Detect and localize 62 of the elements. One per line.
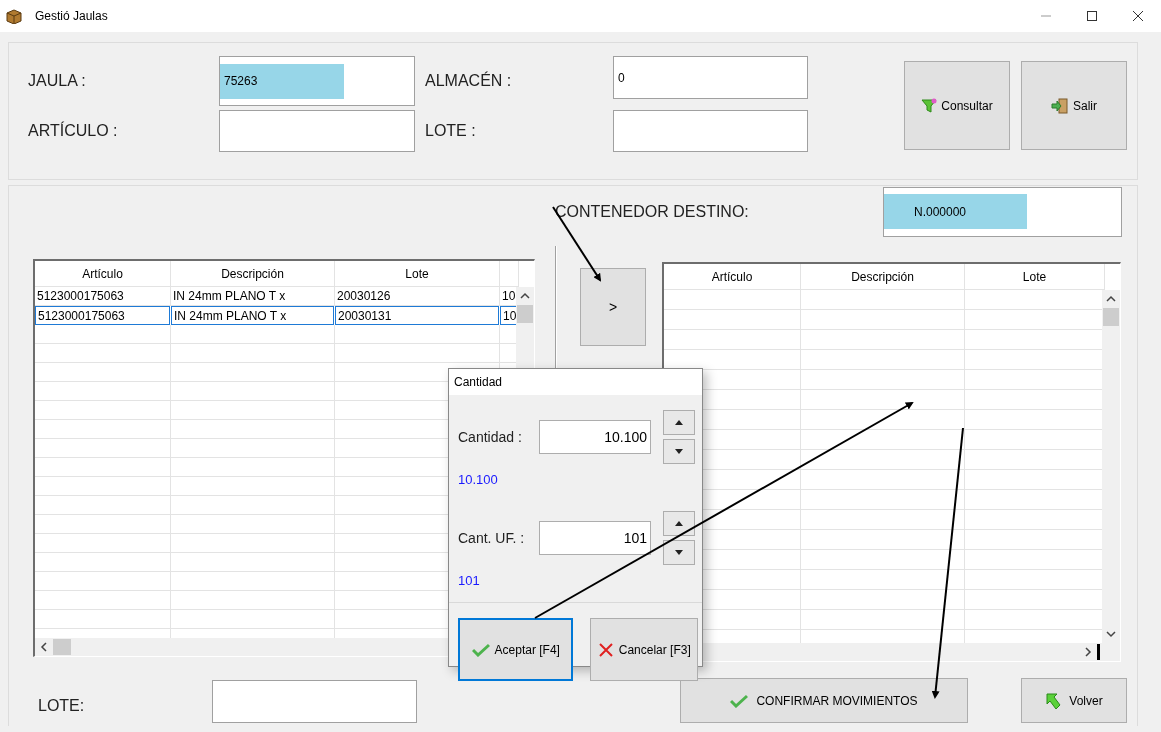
field-value: N.000000	[884, 194, 1027, 229]
funnel-icon	[921, 97, 938, 114]
check-icon	[471, 642, 490, 657]
field-label: CONTENEDOR DESTINO:	[555, 202, 750, 221]
triangle-down-icon	[675, 449, 683, 454]
dialog-title: Cantidad	[449, 369, 702, 395]
box-icon	[5, 8, 23, 24]
scrollbar-thumb[interactable]	[1103, 308, 1119, 326]
scrollbar-thumb[interactable]	[53, 639, 71, 655]
scroll-right-icon	[1083, 647, 1093, 657]
close-icon	[1133, 11, 1143, 21]
text-field[interactable]	[219, 110, 415, 152]
field-label: ARTÍCULO :	[28, 122, 119, 140]
number-field[interactable]: 101	[539, 521, 651, 555]
x-icon	[597, 641, 614, 658]
scroll-up-icon	[1106, 294, 1116, 304]
scroll-left-icon	[39, 642, 49, 652]
window-title: Gestió Jaulas	[35, 9, 108, 23]
table-cell[interactable]: 20030126	[335, 287, 500, 306]
query-button[interactable]: Consultar	[904, 61, 1010, 150]
table-cell[interactable]: 20030131	[335, 306, 499, 325]
field-label: LOTE :	[425, 122, 477, 140]
maximize-icon	[1087, 11, 1097, 21]
triangle-up-icon	[675, 420, 683, 425]
move-button[interactable]: >	[580, 268, 646, 346]
field-value: 0	[617, 70, 625, 85]
text-field[interactable]: 0	[613, 56, 808, 99]
scroll-down-icon	[1106, 629, 1116, 639]
spin-down-button[interactable]	[663, 540, 695, 565]
cancel-button[interactable]: Cancelar [F3]	[590, 618, 698, 681]
arrow-icon	[1045, 691, 1062, 710]
scrollbar-thumb[interactable]	[1097, 644, 1100, 660]
value-note: 101	[458, 573, 481, 588]
text-field[interactable]	[212, 680, 417, 723]
text-field[interactable]	[613, 110, 808, 152]
scroll-up-icon	[520, 291, 530, 301]
text-field[interactable]: N.000000	[883, 186, 1122, 237]
table-cell[interactable]: IN 24mm PLANO T x	[171, 306, 334, 325]
accept-button[interactable]: Aceptar [F4]	[458, 618, 574, 681]
field-label: JAULA :	[28, 72, 87, 90]
table-cell[interactable]: 5123000175063	[35, 306, 170, 325]
field-value: 75263	[220, 63, 344, 99]
scrollbar-thumb[interactable]	[517, 305, 533, 323]
table-cell[interactable]: 5123000175063	[35, 287, 171, 306]
exit-button[interactable]: Salir	[1021, 61, 1127, 150]
value-note: 10.100	[458, 472, 499, 487]
field-label: Cant. UF. :	[458, 530, 526, 546]
check-icon	[730, 693, 749, 708]
field-label: ALMACÉN :	[425, 72, 513, 90]
field-label: LOTE:	[38, 696, 86, 715]
field-label: Cantidad :	[458, 429, 523, 445]
confirm-button[interactable]: CONFIRMAR MOVIMIENTOS	[680, 678, 968, 723]
triangle-up-icon	[675, 521, 683, 526]
spin-up-button[interactable]	[663, 511, 695, 536]
door-arrow-icon	[1051, 97, 1069, 114]
back-button[interactable]: Volver	[1021, 678, 1127, 723]
spin-down-button[interactable]	[663, 439, 695, 464]
triangle-down-icon	[675, 550, 683, 555]
spin-up-button[interactable]	[663, 410, 695, 435]
number-field[interactable]: 10.100	[539, 420, 651, 454]
text-field[interactable]: 75263	[219, 56, 415, 106]
table-cell[interactable]: IN 24mm PLANO T x	[171, 287, 335, 306]
